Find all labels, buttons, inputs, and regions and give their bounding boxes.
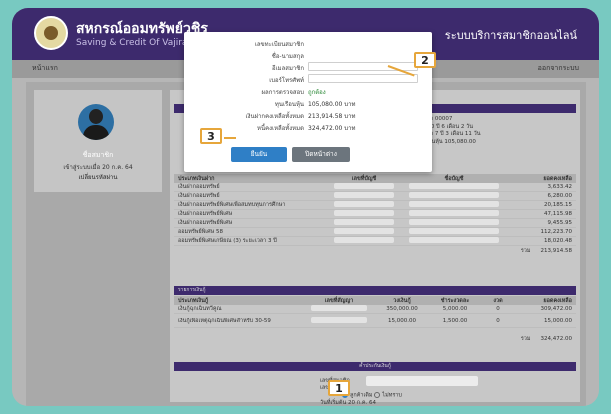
loan-table-header: ประเภทเงินกู้ เลขที่สัญญา วงเงินกู้ ชำระ…: [174, 296, 576, 305]
table-row: เงินฝากออมทรัพย์พิเศษ 9,455.95: [174, 219, 576, 228]
callout-3-line: [224, 137, 236, 139]
nav-logout-link[interactable]: ออกจากระบบ: [538, 63, 579, 74]
loan-section-bar: รายการเงินกู้: [174, 286, 576, 295]
callout-1: 1: [328, 380, 350, 396]
site-title-en: Saving & Credit Of Vajira: [76, 38, 188, 48]
table-row: ออมทรัพย์พิเศษ 58 112,223.70: [174, 228, 576, 237]
phone-input[interactable]: [308, 74, 418, 83]
callout-2: 2: [414, 52, 436, 68]
table-row: เงินฝากออมทรัพย์ 3,633.42: [174, 183, 576, 192]
modal-row: ชื่อ-นามสกุล: [271, 53, 304, 60]
deposit-table: ประเภทเงินฝาก เลขที่บัญชี ชื่อบัญชี ยอดค…: [174, 174, 576, 255]
last-login: เข้าสู่ระบบเมื่อ 20 ก.ค. 64: [63, 164, 133, 171]
callout-3: 3: [200, 128, 222, 144]
table-row: เงินกู้ฉุกเฉินทวีคูณ 350,000.00 5,000.00 0 3…: [174, 305, 576, 314]
start-date-label: วันที่เริ่มต้น: [320, 399, 347, 406]
member-name: ชื่อสมาชิก: [82, 151, 114, 159]
loan-total: รวม 324,472.00: [520, 335, 572, 342]
modal-row: เลขทะเบียนสมาชิก: [254, 41, 304, 48]
table-row: ออมทรัพย์พิเศษเกษียณ (3) ระยะเวลา 3 ปี 18…: [174, 237, 576, 246]
deposit-table-header: ประเภทเงินฝาก เลขที่บัญชี ชื่อบัญชี ยอดค…: [174, 174, 576, 183]
nav-home-link[interactable]: หน้าแรก: [32, 63, 58, 74]
deposit-total: รวม 213,914.58: [520, 247, 572, 254]
modal-row: เบอร์โทรศัพท์: [184, 74, 432, 84]
modal-row: ทุนเรือนหุ้น 105,080.00 บาท: [274, 101, 356, 108]
check-status: ถูกต้อง: [308, 89, 326, 96]
service-label: ระบบบริการสมาชิกออนไลน์: [444, 29, 577, 42]
close-modal-button[interactable]: ปิดหน้าต่าง: [292, 147, 350, 162]
cooperative-logo-icon: [34, 16, 68, 50]
table-row: เงินฝากออมทรัพย์พิเศษเพื่อสมทบทุนการศึกษ…: [174, 201, 576, 210]
table-row: เงินฝากออมทรัพย์พิเศษ 47,115.98: [174, 210, 576, 219]
modal-row: เงินฝากคงเหลือทั้งหมด 213,914.58 บาท: [245, 113, 356, 120]
loan-table: ประเภทเงินกู้ เลขที่สัญญา วงเงินกู้ ชำระ…: [174, 296, 576, 343]
confirm-button[interactable]: ยืนยัน: [231, 147, 287, 162]
guarantee-section-bar: ค้ำประกันเงินกู้: [174, 362, 576, 371]
table-row: เงินกู้เพื่อเหตุฉุกเฉินพิเศษสำหรับ 30-59…: [174, 314, 576, 328]
modal-row: ผลการตรวจสอบ ถูกต้อง: [261, 89, 326, 96]
guarantee-input[interactable]: [366, 376, 478, 386]
change-password-link[interactable]: เปลี่ยนรหัสผ่าน: [34, 172, 162, 182]
radio-unknown[interactable]: [374, 392, 381, 398]
verification-modal: เลขทะเบียนสมาชิก ชื่อ-นามสกุล อีเมลสมาชิ…: [184, 32, 432, 172]
table-row: เงินฝากออมทรัพย์ 6,280.00: [174, 192, 576, 201]
browser-frame: สหกรณ์ออมทรัพย์วชิร Saving & Credit Of V…: [12, 8, 599, 406]
avatar: [78, 104, 114, 140]
member-card: ชื่อสมาชิก เข้าสู่ระบบเมื่อ 20 ก.ค. 64 เ…: [34, 90, 162, 192]
